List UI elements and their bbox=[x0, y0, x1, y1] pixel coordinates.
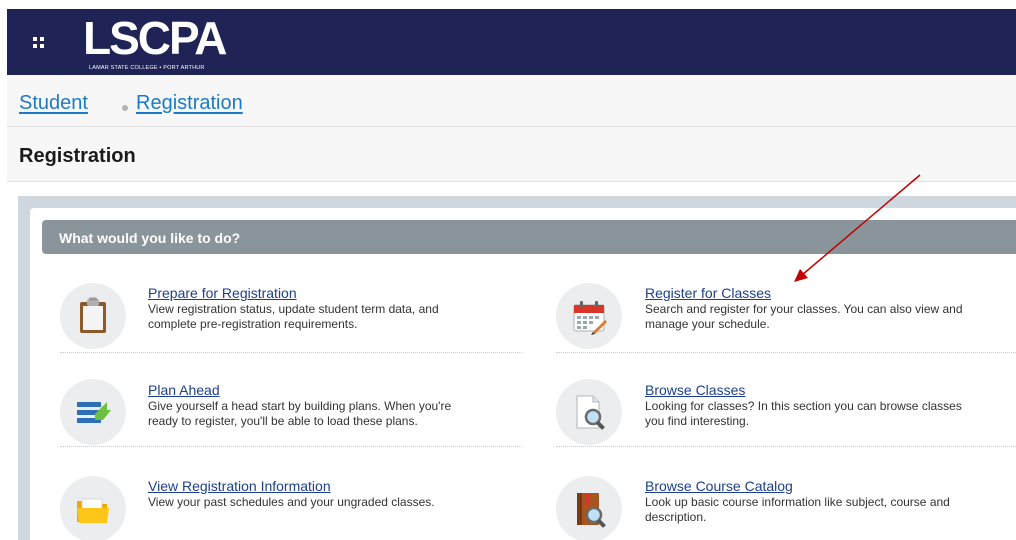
app-menu-icon[interactable] bbox=[33, 37, 44, 48]
register-for-classes-description: Search and register for your classes. Yo… bbox=[645, 302, 963, 331]
breadcrumb-registration-link[interactable]: Registration bbox=[136, 92, 243, 115]
item-divider bbox=[556, 352, 1016, 353]
item-divider bbox=[60, 352, 522, 353]
plan-ahead-link[interactable]: Plan Ahead bbox=[148, 382, 220, 398]
plan-list-icon[interactable] bbox=[60, 379, 126, 445]
register-for-classes-link[interactable]: Register for Classes bbox=[645, 285, 771, 301]
browse-course-catalog-description: Look up basic course information like su… bbox=[645, 495, 950, 524]
browse-classes-link[interactable]: Browse Classes bbox=[645, 382, 745, 398]
item-divider bbox=[60, 446, 522, 447]
breadcrumb: Student Registration bbox=[7, 75, 1016, 127]
calendar-icon[interactable] bbox=[556, 283, 622, 349]
view-registration-information-description: View your past schedules and your ungrad… bbox=[148, 495, 435, 509]
annotation-arrow-icon bbox=[794, 174, 921, 282]
item-divider bbox=[556, 446, 1016, 447]
view-registration-information-link[interactable]: View Registration Information bbox=[148, 478, 331, 494]
browse-course-catalog-link[interactable]: Browse Course Catalog bbox=[645, 478, 793, 494]
college-logo[interactable]: LSCPA LAMAR STATE COLLEGE • PORT ARTHUR bbox=[83, 13, 243, 73]
folder-icon[interactable] bbox=[60, 476, 126, 540]
section-header-text: What would you like to do? bbox=[59, 230, 241, 246]
breadcrumb-student-link[interactable]: Student bbox=[19, 92, 88, 115]
book-search-icon[interactable] bbox=[556, 476, 622, 540]
clipboard-icon[interactable] bbox=[60, 283, 126, 349]
plan-ahead-description: Give yourself a head start by building p… bbox=[148, 399, 452, 428]
prepare-for-registration-link[interactable]: Prepare for Registration bbox=[148, 285, 297, 301]
top-navigation-bar: LSCPA LAMAR STATE COLLEGE • PORT ARTHUR bbox=[7, 9, 1016, 75]
breadcrumb-separator-icon bbox=[122, 105, 128, 111]
browse-classes-description: Looking for classes? In this section you… bbox=[645, 399, 962, 428]
page-title: Registration bbox=[19, 145, 136, 167]
registration-page: LSCPA LAMAR STATE COLLEGE • PORT ARTHUR … bbox=[0, 0, 1016, 540]
document-search-icon[interactable] bbox=[556, 379, 622, 445]
prepare-for-registration-description: View registration status, update student… bbox=[148, 302, 439, 331]
